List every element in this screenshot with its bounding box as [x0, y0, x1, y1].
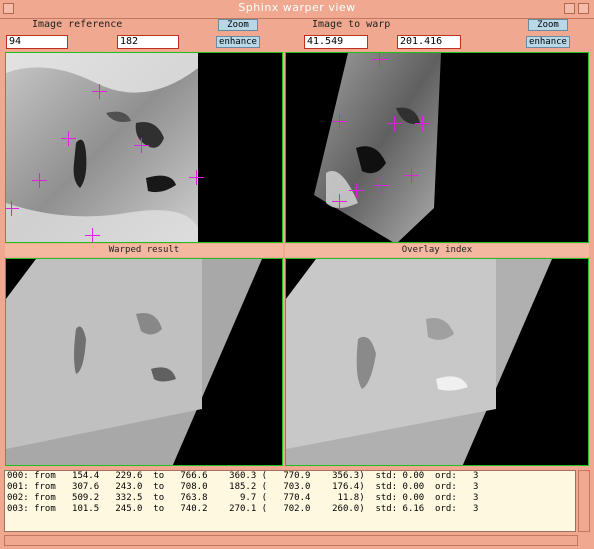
overlay-index-pane[interactable]: [285, 258, 589, 466]
warped-result-pane[interactable]: [5, 258, 283, 466]
warp-satellite-image: [314, 53, 441, 242]
log-line: 001: from 307.6 243.0 to 708.0 185.2 ( 7…: [7, 482, 479, 492]
warp-zoom-button[interactable]: Zoom: [528, 19, 568, 31]
reference-satellite-image: [6, 53, 198, 242]
reference-image-pane[interactable]: [5, 52, 283, 243]
log-line: 003: from 101.5 245.0 to 740.2 270.1 ( 7…: [7, 504, 479, 514]
overlay-index-image: [286, 259, 552, 465]
warp-image-pane[interactable]: [285, 52, 589, 243]
log-horizontal-scrollbar[interactable]: [4, 535, 578, 546]
window-title: Sphinx warper view: [238, 1, 356, 14]
log-line: 002: from 509.2 332.5 to 763.8 9.7 ( 770…: [7, 493, 479, 503]
minimize-button[interactable]: [564, 3, 575, 14]
reference-label: Image reference: [32, 19, 123, 30]
warp-label: Image to warp: [312, 19, 391, 30]
warped-result-image: [6, 259, 262, 465]
reference-x-input[interactable]: 94: [6, 35, 68, 49]
log-vertical-scrollbar[interactable]: [578, 470, 590, 532]
reference-y-input[interactable]: 182: [117, 35, 179, 49]
log-line: 000: from 154.4 229.6 to 766.6 360.3 ( 7…: [7, 471, 479, 481]
warp-enhance-button[interactable]: enhance: [526, 36, 570, 48]
warped-result-title: Warped result: [5, 244, 283, 257]
warp-y-input[interactable]: 201.416: [397, 35, 461, 49]
reference-enhance-button[interactable]: enhance: [216, 36, 260, 48]
warp-x-input[interactable]: 41.549: [304, 35, 368, 49]
match-log[interactable]: 000: from 154.4 229.6 to 766.6 360.3 ( 7…: [4, 470, 576, 532]
maximize-button[interactable]: [578, 3, 589, 14]
overlay-index-title: Overlay index: [285, 244, 589, 257]
reference-zoom-button[interactable]: Zoom: [218, 19, 258, 31]
